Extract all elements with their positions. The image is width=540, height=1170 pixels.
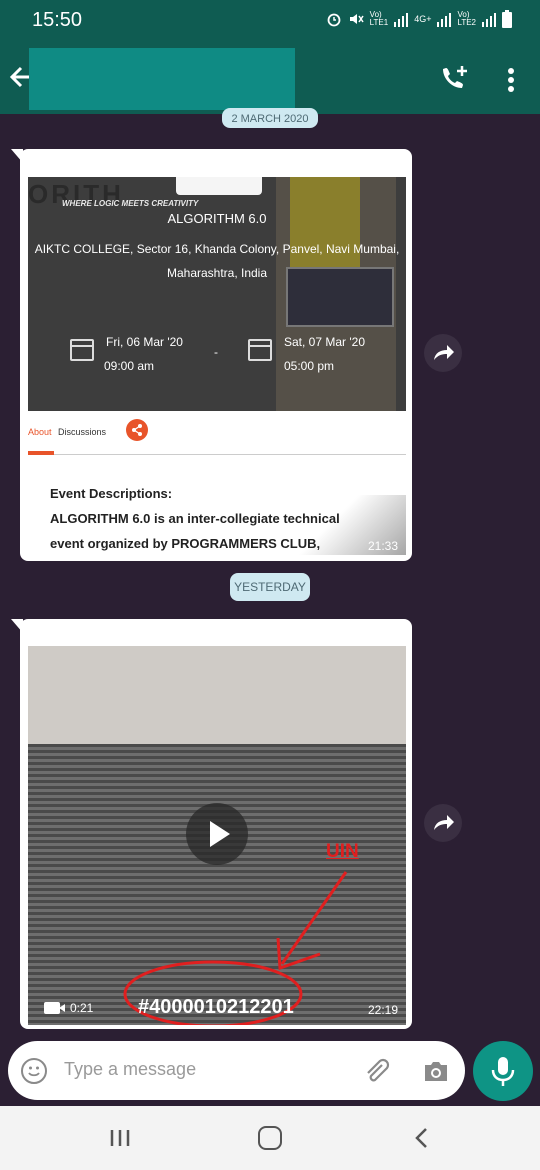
image-message[interactable]: ORITH WHERE LOGIC MEETS CREATIVITY ALGOR… [11, 149, 412, 561]
venue-line: Maharashtra, India [166, 266, 268, 280]
event-tabs: About Discussions [28, 411, 406, 455]
start-date: Fri, 06 Mar '20 [106, 335, 183, 349]
status-time: 15:50 [32, 9, 83, 31]
more-vertical-icon[interactable] [498, 66, 524, 94]
status-bar: 15:50 Vo) LTE1 4G+ Vo) LTE2 [0, 0, 540, 42]
message-input[interactable] [64, 1059, 344, 1080]
event-title: ALGORITHM 6.0 [167, 211, 267, 226]
date-chip: YESTERDAY [230, 573, 310, 601]
mic-icon [491, 1057, 515, 1086]
camera-icon[interactable] [422, 1058, 450, 1084]
status-icons: Vo) LTE1 4G+ Vo) LTE2 [326, 10, 512, 28]
start-time: 09:00 am [104, 359, 155, 373]
video-camera-icon [44, 1002, 65, 1014]
calendar-icon [248, 339, 272, 361]
video-message[interactable]: UIN 0:21 #4000010212201 22:19 [11, 619, 412, 1029]
emoji-icon[interactable] [21, 1058, 47, 1084]
logo-tab [176, 177, 262, 195]
message-timestamp: 22:19 [367, 1003, 398, 1017]
bubble-tail [11, 619, 23, 633]
forward-icon [434, 345, 454, 360]
mute-icon [349, 14, 364, 24]
tab-about: About [28, 427, 52, 437]
date-separator: - [214, 345, 218, 359]
chat-area[interactable]: 2 MARCH 2020 ORITH WHERE LOGIC MEETS CRE… [0, 108, 540, 1034]
forward-button[interactable] [424, 334, 462, 372]
event-banner-image[interactable]: ORITH WHERE LOGIC MEETS CREATIVITY ALGOR… [28, 177, 406, 411]
bubble-tail [11, 149, 23, 163]
system-nav-bar [0, 1106, 540, 1170]
network-label: 4G+ [414, 14, 432, 24]
nav-back-icon[interactable] [410, 1126, 434, 1150]
add-call-icon[interactable] [440, 64, 470, 94]
signal-icon [394, 11, 409, 27]
video-duration: 0:21 [70, 1001, 94, 1015]
uin-number: #4000010212201 [138, 996, 294, 1018]
event-venue: AIKTC COLLEGE, Sector 16, Khanda Colony,… [28, 237, 406, 285]
redacted-contact-name[interactable] [29, 48, 295, 110]
share-icon [126, 419, 148, 441]
active-tab-indicator [28, 451, 54, 455]
end-date: Sat, 07 Mar '20 [284, 335, 365, 349]
forward-icon [434, 815, 454, 830]
sim2-label: Vo) LTE2 [457, 10, 476, 27]
video-thumbnail[interactable]: UIN 0:21 #4000010212201 22:19 [28, 646, 406, 1025]
recent-apps-icon[interactable] [108, 1128, 132, 1148]
sim1-label: Vo) LTE1 [369, 10, 389, 27]
attach-icon[interactable] [362, 1057, 392, 1087]
message-composer [8, 1041, 465, 1100]
uin-annotation-label: UIN [326, 841, 359, 862]
signal-icon [437, 11, 452, 27]
home-icon[interactable] [258, 1126, 282, 1150]
alarm-icon [327, 13, 341, 27]
date-chip: 2 MARCH 2020 [222, 108, 318, 128]
floor-tiles [28, 646, 406, 756]
signal-icon [482, 11, 496, 27]
mic-button[interactable] [473, 1041, 533, 1101]
end-time: 05:00 pm [284, 359, 335, 373]
battery-icon [502, 10, 512, 28]
chat-header [0, 42, 540, 114]
calendar-icon [70, 339, 94, 361]
play-button[interactable] [186, 803, 248, 865]
tab-discussions: Discussions [58, 427, 107, 437]
banner-tagline: WHERE LOGIC MEETS CREATIVITY [62, 199, 199, 208]
forward-button[interactable] [424, 804, 462, 842]
venue-line: AIKTC COLLEGE, Sector 16, Khanda Colony,… [34, 242, 400, 256]
message-timestamp: 21:33 [367, 539, 398, 553]
